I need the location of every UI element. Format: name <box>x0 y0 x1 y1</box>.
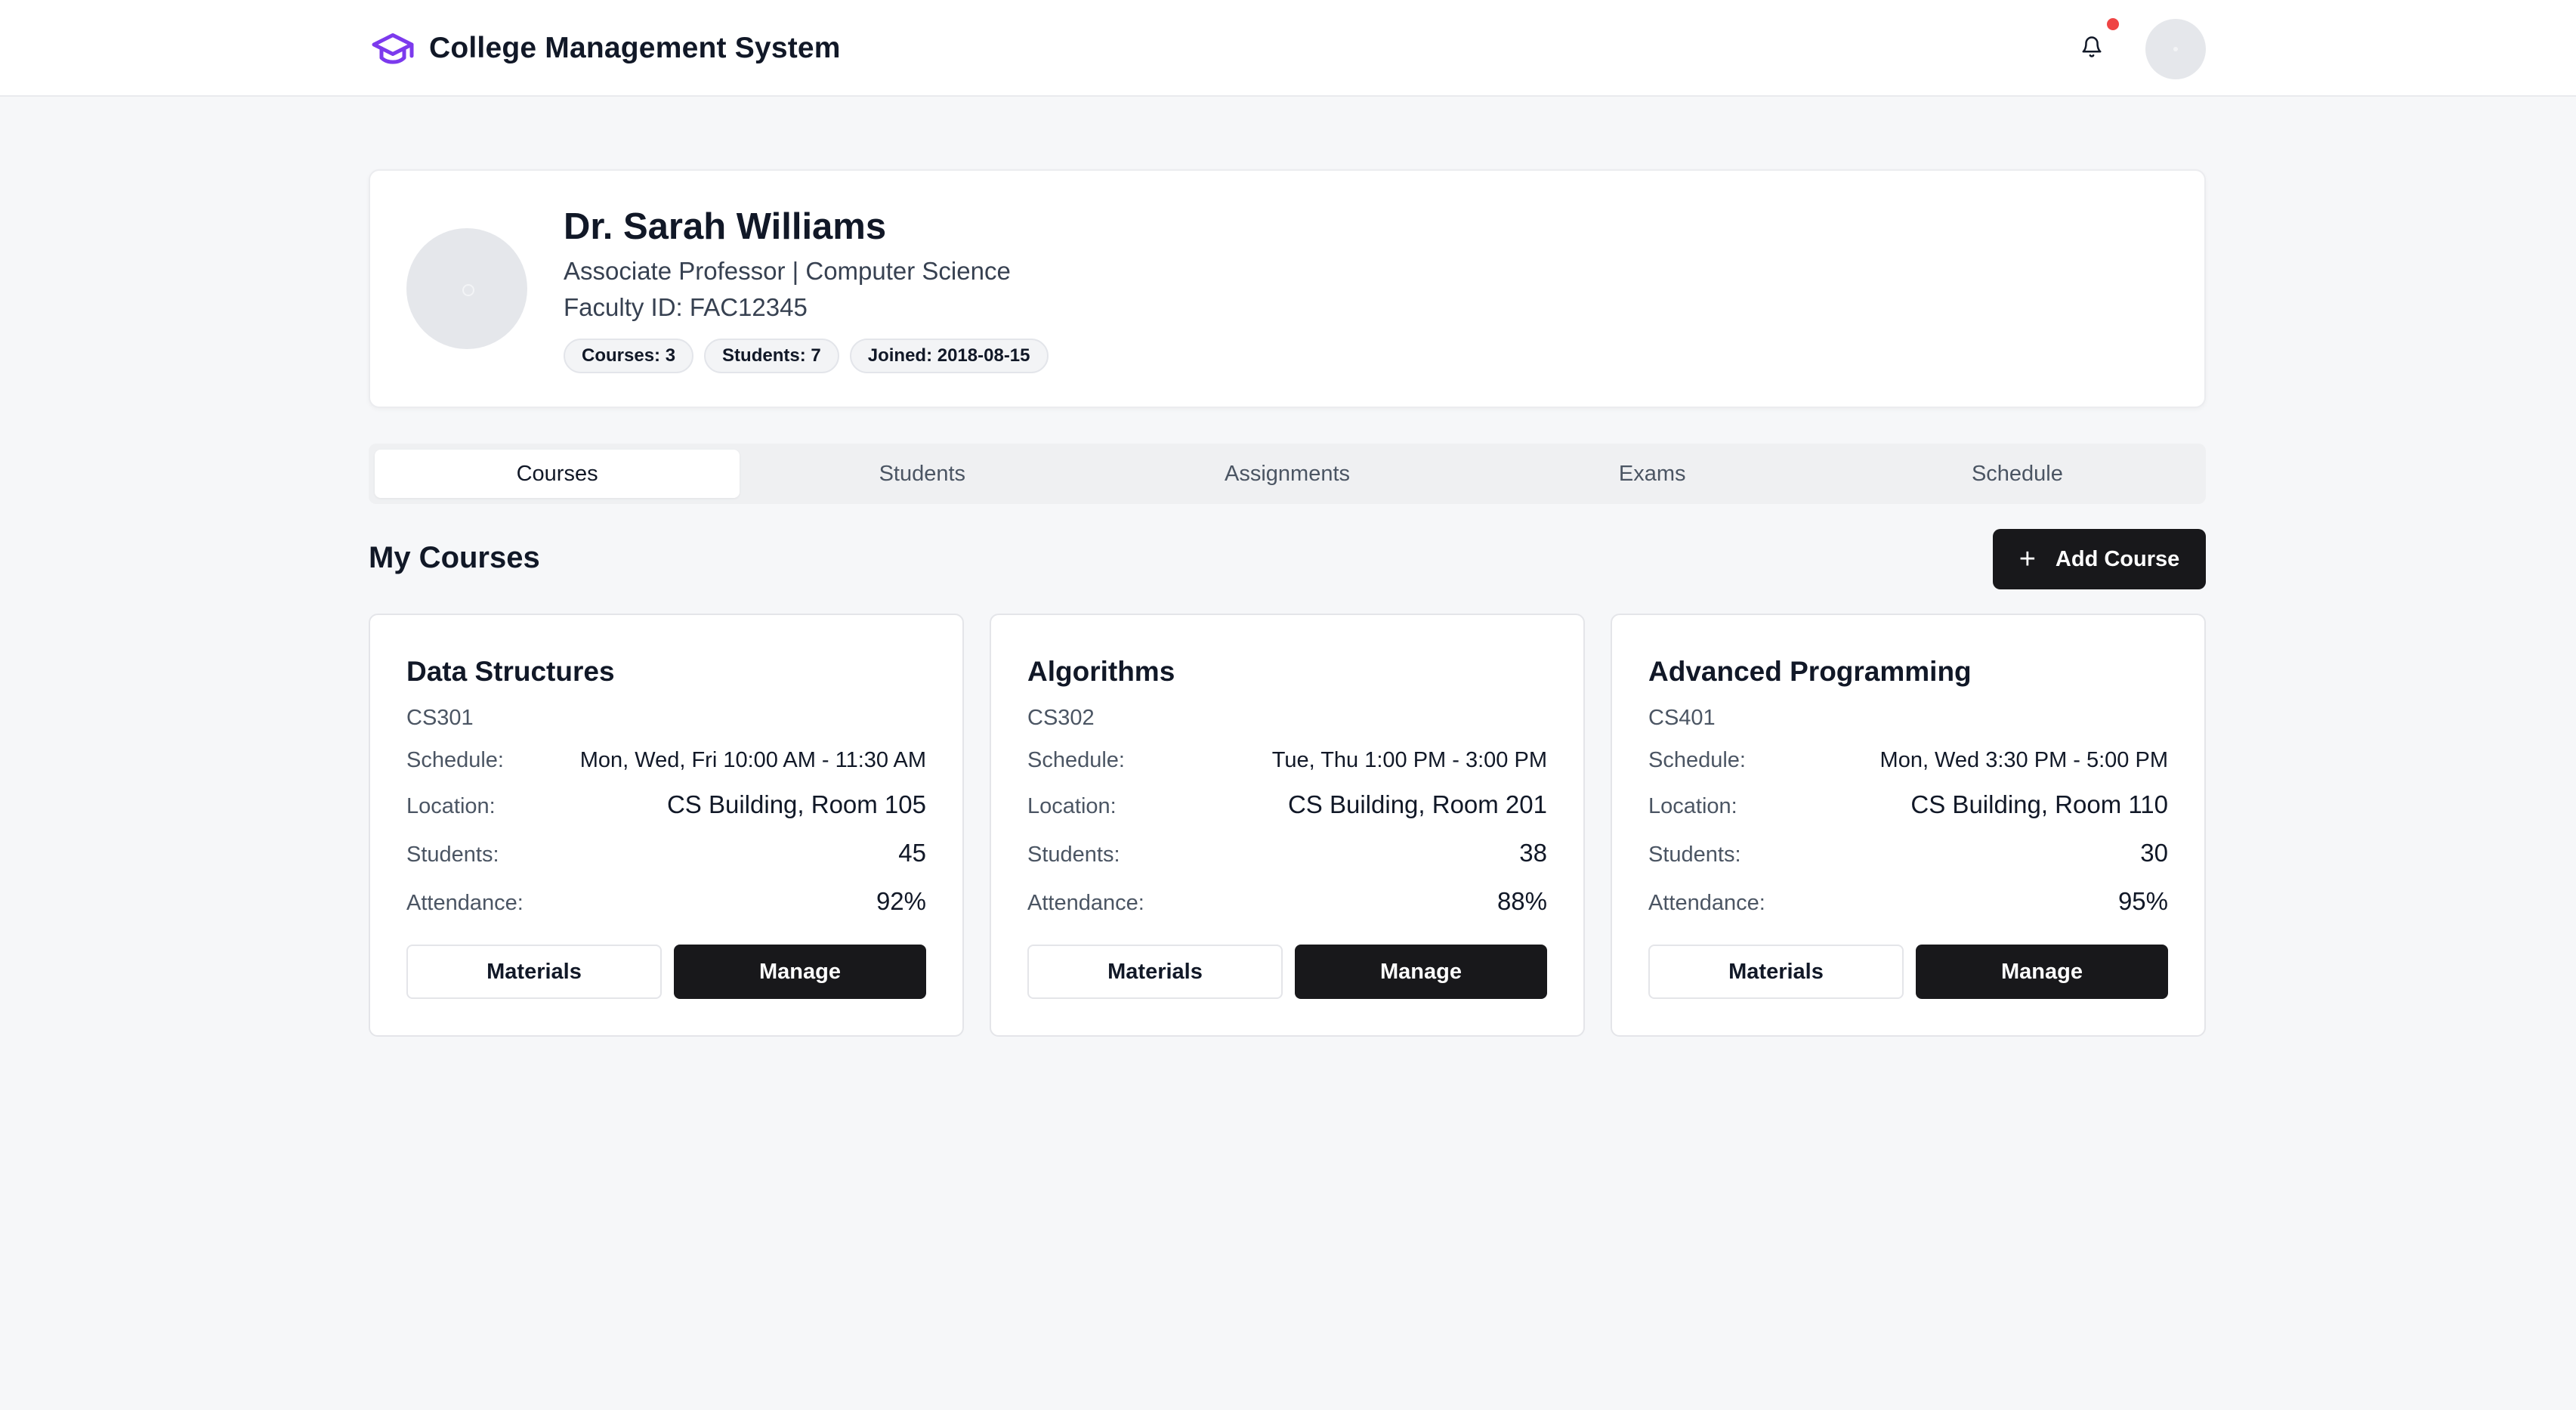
materials-button[interactable]: Materials <box>1648 945 1904 999</box>
course-title: Advanced Programming <box>1648 656 1972 687</box>
notifications-button[interactable] <box>2070 26 2114 71</box>
schedule-value: Tue, Thu 1:00 PM - 3:00 PM <box>1271 748 1547 772</box>
location-label: Location: <box>1648 794 1737 818</box>
schedule-row: Schedule: Mon, Wed 3:30 PM - 5:00 PM <box>1648 748 2168 773</box>
notification-dot <box>2107 18 2119 30</box>
profile-avatar <box>406 228 527 349</box>
user-avatar-button[interactable] <box>2145 19 2206 79</box>
students-label: Students: <box>406 843 499 867</box>
attendance-row: Attendance: 95% <box>1648 887 2168 916</box>
location-value: CS Building, Room 110 <box>1910 790 2168 818</box>
course-code: CS302 <box>1027 706 1095 730</box>
brand[interactable]: College Management System <box>369 26 841 71</box>
profile-card: Dr. Sarah Williams Associate Professor |… <box>369 169 2206 408</box>
course-code: CS301 <box>406 706 474 730</box>
profile-name: Dr. Sarah Williams <box>564 206 887 247</box>
students-row: Students: 45 <box>406 839 926 867</box>
bell-icon <box>2080 36 2103 62</box>
tab-exams[interactable]: Exams <box>1470 450 1835 498</box>
schedule-label: Schedule: <box>406 748 504 772</box>
faculty-id: Faculty ID: FAC12345 <box>564 293 808 321</box>
section-title: My Courses <box>369 541 540 574</box>
tab-assignments[interactable]: Assignments <box>1104 450 1469 498</box>
students-value: 38 <box>1519 839 1547 867</box>
schedule-row: Schedule: Mon, Wed, Fri 10:00 AM - 11:30… <box>406 748 926 773</box>
attendance-row: Attendance: 92% <box>406 887 926 916</box>
tab-students[interactable]: Students <box>740 450 1104 498</box>
courses-count-badge: Courses: 3 <box>564 339 694 373</box>
page: College Management System Dr. Sarah Will… <box>0 0 2576 1410</box>
materials-button[interactable]: Materials <box>406 945 662 999</box>
attendance-value: 88% <box>1496 887 1547 915</box>
manage-button[interactable]: Manage <box>674 945 926 999</box>
location-value: CS Building, Room 201 <box>1287 790 1547 818</box>
card-actions: Materials Manage <box>1648 945 2168 999</box>
tab-bar: Courses Students Assignments Exams Sched… <box>369 444 2206 504</box>
students-value: 30 <box>2140 839 2168 867</box>
profile-role: Associate Professor | Computer Science <box>564 257 1011 285</box>
location-label: Location: <box>1027 794 1117 818</box>
schedule-value: Mon, Wed, Fri 10:00 AM - 11:30 AM <box>579 748 926 772</box>
attendance-label: Attendance: <box>1648 891 1765 915</box>
location-row: Location: CS Building, Room 105 <box>406 790 926 819</box>
course-card: Algorithms CS302 Schedule: Tue, Thu 1:00… <box>990 614 1585 1037</box>
add-course-label: Add Course <box>2055 546 2180 571</box>
schedule-row: Schedule: Tue, Thu 1:00 PM - 3:00 PM <box>1027 748 1547 773</box>
schedule-value: Mon, Wed 3:30 PM - 5:00 PM <box>1879 748 2168 772</box>
profile-badges: Courses: 3 Students: 7 Joined: 2018-08-1… <box>564 339 1049 373</box>
course-title: Algorithms <box>1027 656 1175 687</box>
tab-courses[interactable]: Courses <box>375 450 740 498</box>
tab-schedule[interactable]: Schedule <box>1835 450 2200 498</box>
location-label: Location: <box>406 794 496 818</box>
card-actions: Materials Manage <box>1027 945 1547 999</box>
location-value: CS Building, Room 105 <box>666 790 926 818</box>
course-title: Data Structures <box>406 656 615 687</box>
card-actions: Materials Manage <box>406 945 926 999</box>
location-row: Location: CS Building, Room 110 <box>1648 790 2168 819</box>
course-card: Data Structures CS301 Schedule: Mon, Wed… <box>369 614 964 1037</box>
students-label: Students: <box>1648 843 1741 867</box>
course-card: Advanced Programming CS401 Schedule: Mon… <box>1611 614 2206 1037</box>
attendance-value: 95% <box>2117 887 2168 915</box>
top-navbar: College Management System <box>0 0 2576 97</box>
plus-icon: + <box>2018 543 2036 575</box>
students-row: Students: 30 <box>1648 839 2168 867</box>
students-row: Students: 38 <box>1027 839 1547 867</box>
attendance-row: Attendance: 88% <box>1027 887 1547 916</box>
schedule-label: Schedule: <box>1027 748 1125 772</box>
app-title: College Management System <box>429 32 841 64</box>
materials-button[interactable]: Materials <box>1027 945 1283 999</box>
students-label: Students: <box>1027 843 1120 867</box>
students-value: 45 <box>898 839 926 867</box>
students-count-badge: Students: 7 <box>704 339 839 373</box>
manage-button[interactable]: Manage <box>1916 945 2168 999</box>
manage-button[interactable]: Manage <box>1295 945 1547 999</box>
attendance-label: Attendance: <box>1027 891 1144 915</box>
course-code: CS401 <box>1648 706 1716 730</box>
attendance-value: 92% <box>876 887 926 915</box>
schedule-label: Schedule: <box>1648 748 1746 772</box>
add-course-button[interactable]: + Add Course <box>1993 529 2206 589</box>
graduation-cap-icon <box>369 24 417 73</box>
joined-date-badge: Joined: 2018-08-15 <box>849 339 1049 373</box>
location-row: Location: CS Building, Room 201 <box>1027 790 1547 819</box>
attendance-label: Attendance: <box>406 891 524 915</box>
